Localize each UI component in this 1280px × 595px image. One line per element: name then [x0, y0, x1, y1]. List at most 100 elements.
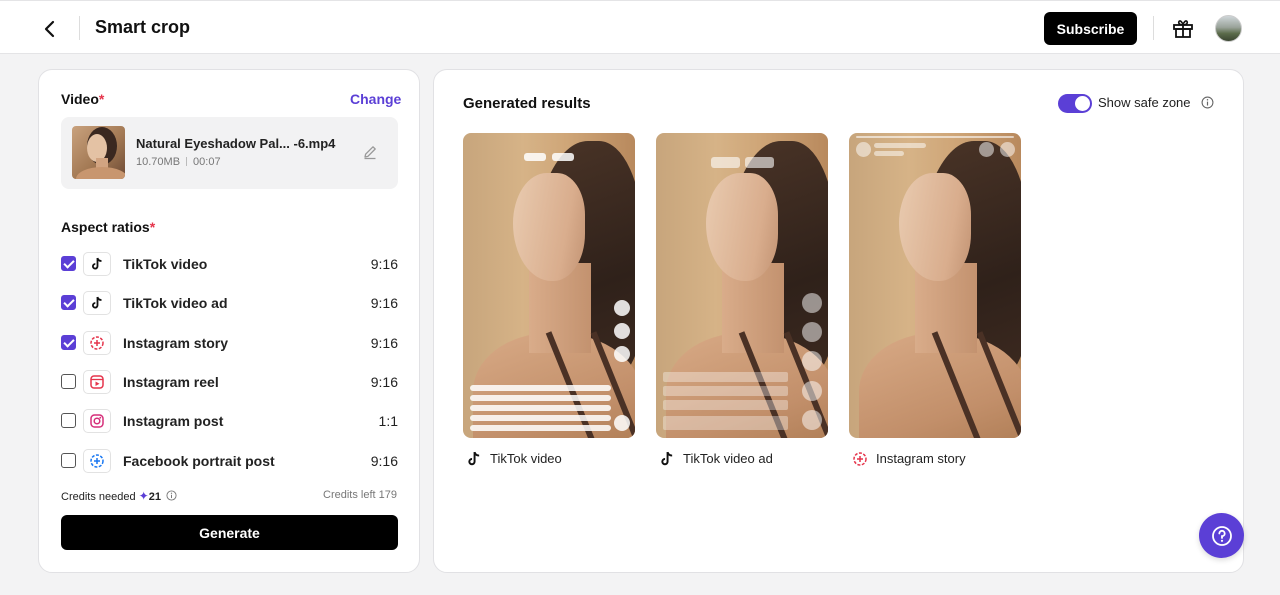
aspect-row-instagram-reel[interactable]: Instagram reel 9:16: [61, 370, 398, 394]
safe-zone-overlay: [663, 386, 788, 396]
aspect-value: 1:1: [378, 413, 398, 429]
credits-needed-label: Credits needed: [61, 491, 136, 503]
safe-zone-overlay: [874, 143, 926, 148]
instagram-reel-icon: [83, 370, 111, 394]
video-preview: [849, 133, 1021, 438]
credits-needed: Credits needed ✦21: [61, 489, 177, 503]
aspect-label: TikTok video: [123, 256, 208, 272]
card-caption: Instagram story: [876, 451, 966, 466]
safe-zone-label: Show safe zone: [1098, 95, 1191, 110]
change-video-link[interactable]: Change: [350, 91, 401, 107]
question-icon: [1211, 525, 1232, 546]
checkbox-tiktok-video[interactable]: [61, 256, 76, 271]
edit-pencil-icon[interactable]: [362, 144, 378, 160]
safe-zone-overlay: [552, 153, 574, 161]
aspect-label: TikTok video ad: [123, 295, 228, 311]
video-section-label: Video*: [61, 91, 104, 107]
gift-icon[interactable]: [1171, 16, 1195, 40]
safe-zone-overlay: [1000, 142, 1015, 157]
safe-zone-overlay: [711, 157, 740, 168]
file-duration: 00:07: [193, 156, 221, 168]
safe-zone-overlay: [663, 416, 788, 430]
file-meta: 10.70MB 00:07: [136, 156, 221, 168]
aspect-label: Facebook portrait post: [123, 453, 275, 469]
safe-zone-overlay: [614, 346, 630, 362]
safe-zone-overlay: [745, 157, 774, 168]
safe-zone-overlay: [856, 142, 871, 157]
result-card-tiktok-video[interactable]: [463, 133, 635, 438]
page-title: Smart crop: [95, 17, 191, 37]
tiktok-icon: [468, 451, 480, 466]
instagram-story-icon: [83, 331, 111, 355]
video-label: Video: [61, 91, 99, 107]
aspect-value: 9:16: [370, 256, 398, 272]
tiktok-icon: [83, 252, 111, 276]
safe-zone-overlay: [663, 372, 788, 382]
aspect-value: 9:16: [370, 453, 398, 469]
safe-zone-overlay: [663, 400, 788, 410]
aspect-value: 9:16: [370, 295, 398, 311]
credit-spark-icon: ✦: [138, 489, 149, 503]
safe-zone-overlay: [802, 351, 822, 371]
aspect-label: Instagram story: [123, 335, 229, 351]
back-arrow-icon[interactable]: [38, 17, 62, 41]
required-mark: *: [98, 91, 105, 107]
file-size: 10.70MB: [136, 156, 181, 168]
checkbox-tiktok-video-ad[interactable]: [61, 295, 76, 310]
avatar[interactable]: [1215, 15, 1242, 42]
aspect-ratios-label: Aspect ratios: [61, 219, 150, 235]
credits-left: Credits left 179: [323, 489, 397, 501]
safe-zone-overlay: [470, 385, 611, 391]
tiktok-icon: [661, 451, 673, 466]
top-bar: Smart crop Subscribe: [0, 0, 1280, 54]
safe-zone-overlay: [614, 323, 630, 339]
credits-needed-value: 21: [148, 491, 161, 503]
checkbox-instagram-post[interactable]: [61, 413, 76, 428]
card-caption: TikTok video: [490, 451, 562, 466]
required-mark: *: [149, 219, 156, 235]
safe-zone-overlay: [874, 151, 904, 156]
safe-zone-overlay: [470, 395, 611, 401]
aspect-ratios-section-label: Aspect ratios*: [61, 219, 155, 235]
safe-zone-overlay: [856, 136, 1014, 138]
video-preview: [463, 133, 635, 438]
safe-zone-overlay: [802, 410, 822, 430]
safe-zone-overlay: [524, 153, 546, 161]
aspect-row-tiktok-video[interactable]: TikTok video 9:16: [61, 252, 398, 276]
safe-zone-overlay: [470, 415, 611, 421]
header-divider: [1153, 16, 1154, 40]
result-card-instagram-story[interactable]: [849, 133, 1021, 438]
file-name: Natural Eyeshadow Pal... -6.mp4: [136, 136, 336, 151]
aspect-row-instagram-story[interactable]: Instagram story 9:16: [61, 331, 398, 355]
safe-zone-overlay: [614, 300, 630, 316]
aspect-row-tiktok-video-ad[interactable]: TikTok video ad 9:16: [61, 291, 398, 315]
instagram-story-icon: [853, 452, 867, 466]
aspect-label: Instagram reel: [123, 374, 219, 390]
safe-zone-overlay: [470, 425, 611, 431]
safe-zone-overlay: [614, 415, 630, 431]
generate-button[interactable]: Generate: [61, 515, 398, 550]
results-panel: Generated results Show safe zone TikTok …: [433, 69, 1244, 573]
aspect-row-facebook-portrait-post[interactable]: Facebook portrait post 9:16: [61, 449, 398, 473]
aspect-value: 9:16: [370, 374, 398, 390]
aspect-row-instagram-post[interactable]: Instagram post 1:1: [61, 409, 398, 433]
subscribe-button[interactable]: Subscribe: [1044, 12, 1137, 45]
video-thumbnail: [72, 126, 125, 179]
settings-panel: Video* Change Natural Eyeshadow Pal... -…: [38, 69, 420, 573]
safe-zone-overlay: [802, 293, 822, 313]
instagram-icon: [83, 409, 111, 433]
safe-zone-overlay: [470, 405, 611, 411]
checkbox-facebook-portrait-post[interactable]: [61, 453, 76, 468]
info-icon[interactable]: [166, 490, 177, 501]
info-icon[interactable]: [1201, 96, 1214, 109]
help-button[interactable]: [1199, 513, 1244, 558]
checkbox-instagram-reel[interactable]: [61, 374, 76, 389]
tiktok-icon: [83, 291, 111, 315]
checkbox-instagram-story[interactable]: [61, 335, 76, 350]
safe-zone-overlay: [802, 381, 822, 401]
safe-zone-toggle[interactable]: [1058, 94, 1092, 113]
results-title: Generated results: [463, 95, 591, 112]
aspect-label: Instagram post: [123, 413, 224, 429]
result-card-tiktok-video-ad[interactable]: [656, 133, 828, 438]
video-file-card: Natural Eyeshadow Pal... -6.mp4 10.70MB 0…: [61, 117, 398, 189]
